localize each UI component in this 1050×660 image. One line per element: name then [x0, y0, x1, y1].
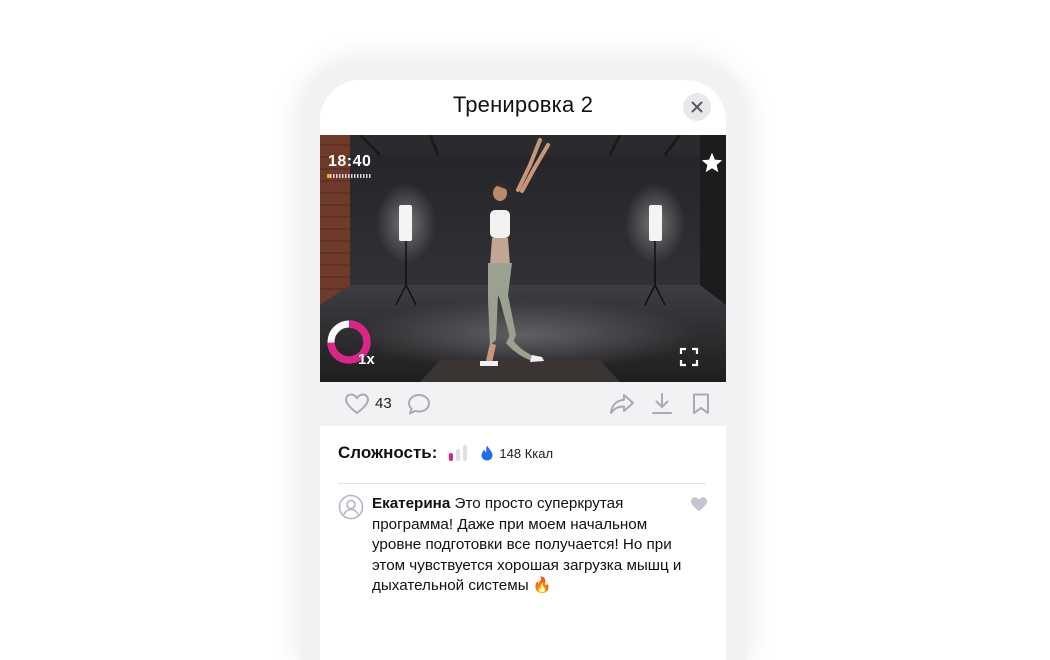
calories: 148 Ккал [481, 445, 553, 461]
close-button[interactable] [683, 93, 711, 121]
workout-timer: 18:40 [328, 153, 372, 170]
header: Тренировка 2 [320, 80, 726, 135]
close-icon [691, 101, 703, 113]
heart-icon[interactable] [690, 496, 708, 512]
timer-progress [327, 174, 372, 178]
share-icon[interactable] [608, 392, 636, 416]
bookmark-icon[interactable] [691, 392, 711, 416]
like-count: 43 [375, 395, 392, 412]
video-player[interactable]: 18:40 1x [320, 135, 726, 382]
star-icon[interactable] [700, 151, 724, 175]
fullscreen-icon[interactable] [679, 347, 699, 367]
speed-label[interactable]: 1x [358, 351, 375, 368]
comment-text: Екатерина Это просто суперкрутая програм… [372, 494, 687, 597]
divider [338, 483, 706, 484]
difficulty-bar-3 [463, 445, 468, 461]
heart-outline-icon[interactable] [344, 392, 370, 416]
page-title: Тренировка 2 [452, 92, 594, 117]
phone-frame: Тренировка 2 18:40 1x 43 Сложность: 148 … [300, 60, 747, 660]
difficulty-bar-1 [449, 453, 454, 461]
workout-info: Сложность: 148 Ккал [338, 442, 718, 464]
comment-author[interactable]: Екатерина [372, 495, 450, 512]
difficulty-label: Сложность: [338, 443, 438, 462]
calories-value: 148 Ккал [499, 445, 554, 461]
action-bar: 43 [320, 382, 726, 426]
comment-icon[interactable] [406, 392, 432, 416]
flame-icon [481, 445, 493, 461]
workout-video-frame [320, 135, 726, 382]
download-icon[interactable] [650, 392, 674, 416]
app-screen: Тренировка 2 18:40 1x 43 Сложность: 148 … [320, 80, 726, 660]
avatar-icon[interactable] [338, 494, 364, 520]
difficulty-bars [449, 445, 468, 461]
difficulty-bar-2 [456, 449, 461, 461]
